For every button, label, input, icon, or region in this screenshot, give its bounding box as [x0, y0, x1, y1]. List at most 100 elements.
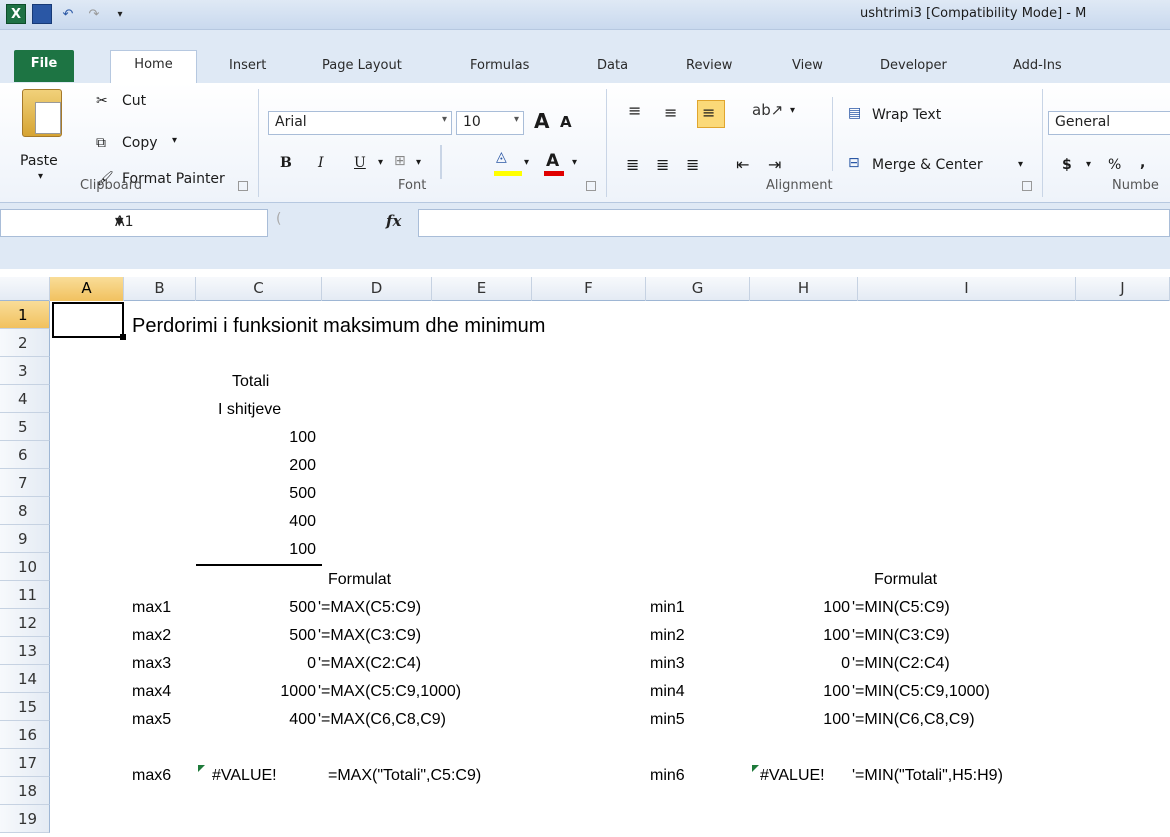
paste-dropdown-icon[interactable]: ▾ — [38, 171, 43, 182]
column-header-j[interactable]: J — [1076, 277, 1170, 301]
borders-icon[interactable]: ⊞ — [394, 153, 406, 169]
tab-review[interactable]: Review — [686, 52, 732, 82]
italic-button[interactable]: I — [318, 155, 324, 171]
row-header[interactable]: 6 — [0, 441, 50, 469]
orientation-dropdown-icon[interactable]: ▾ — [790, 105, 795, 116]
error-indicator-icon[interactable] — [198, 765, 205, 772]
undo-icon[interactable]: ↶ — [58, 4, 78, 24]
align-center-icon[interactable]: ≣ — [656, 155, 669, 174]
copy-dropdown-icon[interactable]: ▾ — [172, 135, 177, 146]
font-name-combo[interactable]: Arial ▾ — [268, 111, 452, 135]
column-header-f[interactable]: F — [532, 277, 646, 301]
row-header[interactable]: 7 — [0, 469, 50, 497]
row-header[interactable]: 10 — [0, 553, 50, 581]
decrease-indent-icon[interactable]: ⇤ — [736, 155, 749, 174]
column-header-i[interactable]: I — [858, 277, 1076, 301]
name-box[interactable]: A1 ▼ — [0, 209, 268, 237]
redo-icon[interactable]: ↷ — [84, 4, 104, 24]
row-header[interactable]: 11 — [0, 581, 50, 609]
tab-developer[interactable]: Developer — [880, 52, 947, 82]
insert-function-button[interactable]: fx — [386, 212, 401, 230]
tab-view[interactable]: View — [792, 52, 823, 82]
wrap-text-button[interactable]: Wrap Text — [872, 107, 941, 123]
copy-button[interactable]: Copy — [122, 135, 158, 151]
active-cell-a1[interactable] — [52, 302, 126, 340]
paste-button[interactable]: Paste — [20, 153, 58, 169]
row-header[interactable]: 17 — [0, 749, 50, 777]
row-header[interactable]: 8 — [0, 497, 50, 525]
font-size-dropdown-icon[interactable]: ▾ — [514, 114, 519, 125]
formula-input[interactable] — [418, 209, 1170, 237]
font-color-dropdown-icon[interactable]: ▾ — [572, 157, 577, 168]
row-header[interactable]: 12 — [0, 609, 50, 637]
borders-dropdown-icon[interactable]: ▾ — [416, 157, 421, 168]
row-header[interactable]: 4 — [0, 385, 50, 413]
align-right-icon[interactable]: ≣ — [686, 155, 699, 174]
number-format-combo[interactable]: General — [1048, 111, 1170, 135]
min-value-error: #VALUE! — [760, 767, 825, 784]
error-indicator-icon[interactable] — [752, 765, 759, 772]
bold-button[interactable]: B — [280, 155, 292, 171]
tab-home[interactable]: Home — [110, 50, 197, 83]
merge-center-dropdown-icon[interactable]: ▾ — [1018, 159, 1023, 170]
column-header-e[interactable]: E — [432, 277, 532, 301]
max-value: 1000 — [280, 683, 316, 700]
fill-color-dropdown-icon[interactable]: ▾ — [524, 157, 529, 168]
row-header[interactable]: 2 — [0, 329, 50, 357]
row-header[interactable]: 9 — [0, 525, 50, 553]
align-left-icon[interactable]: ≣ — [626, 155, 639, 174]
row-header[interactable]: 16 — [0, 721, 50, 749]
grow-font-icon[interactable]: A — [534, 109, 549, 133]
row-header[interactable]: 18 — [0, 777, 50, 805]
paste-icon[interactable] — [22, 89, 62, 137]
comma-style-icon[interactable]: , — [1140, 155, 1145, 171]
column-header-c[interactable]: C — [196, 277, 322, 301]
row-header[interactable]: 15 — [0, 693, 50, 721]
formula-expand-icon[interactable]: ( — [276, 211, 281, 227]
font-color-button[interactable]: A — [546, 151, 559, 171]
currency-button[interactable]: $ — [1062, 157, 1072, 173]
row-header[interactable]: 5 — [0, 413, 50, 441]
cut-button[interactable]: Cut — [122, 93, 146, 109]
tab-file[interactable]: File — [14, 50, 74, 82]
font-dialog-launcher-icon[interactable] — [586, 181, 596, 191]
column-header-d[interactable]: D — [322, 277, 432, 301]
row-header[interactable]: 3 — [0, 357, 50, 385]
align-top-icon[interactable]: ≡ — [628, 101, 641, 120]
merge-center-button[interactable]: Merge & Center — [872, 157, 983, 173]
tab-page-layout[interactable]: Page Layout — [322, 52, 402, 82]
customize-qat-icon[interactable]: ▾ — [110, 4, 130, 24]
alignment-dialog-launcher-icon[interactable] — [1022, 181, 1032, 191]
column-header-h[interactable]: H — [750, 277, 858, 301]
tab-insert[interactable]: Insert — [229, 52, 266, 82]
font-name-dropdown-icon[interactable]: ▾ — [442, 114, 447, 125]
tab-data[interactable]: Data — [597, 52, 628, 82]
row-header[interactable]: 13 — [0, 637, 50, 665]
row-header[interactable]: 14 — [0, 665, 50, 693]
cell-header-shitjeve: I shitjeve — [218, 401, 282, 418]
column-header-a[interactable]: A — [50, 277, 124, 301]
tab-formulas[interactable]: Formulas — [470, 52, 529, 82]
fill-color-icon[interactable]: ◬ — [496, 149, 507, 165]
currency-dropdown-icon[interactable]: ▾ — [1086, 159, 1091, 170]
underline-button[interactable]: U — [354, 155, 366, 171]
percent-button[interactable]: % — [1108, 157, 1121, 173]
column-header-g[interactable]: G — [646, 277, 750, 301]
excel-logo-icon[interactable]: X — [6, 4, 26, 24]
clipboard-dialog-launcher-icon[interactable] — [238, 181, 248, 191]
align-middle-icon[interactable]: ≡ — [664, 103, 677, 122]
orientation-icon[interactable]: ab↗ — [752, 101, 783, 119]
save-icon[interactable] — [32, 4, 52, 24]
font-color-swatch — [544, 171, 564, 176]
tab-add-ins[interactable]: Add-Ins — [1013, 52, 1062, 82]
underline-dropdown-icon[interactable]: ▾ — [378, 157, 383, 168]
name-box-dropdown-icon[interactable]: ▼ — [115, 215, 259, 228]
increase-indent-icon[interactable]: ⇥ — [768, 155, 781, 174]
row-header[interactable]: 1 — [0, 301, 50, 329]
worksheet-grid[interactable]: A B C D E F G H I J 1 2 3 4 5 6 7 8 9 10… — [0, 277, 1170, 837]
select-all-corner[interactable] — [0, 277, 50, 301]
column-header-b[interactable]: B — [124, 277, 196, 301]
row-header[interactable]: 19 — [0, 805, 50, 833]
font-size-combo[interactable]: 10 ▾ — [456, 111, 524, 135]
shrink-font-icon[interactable]: A — [560, 113, 572, 131]
